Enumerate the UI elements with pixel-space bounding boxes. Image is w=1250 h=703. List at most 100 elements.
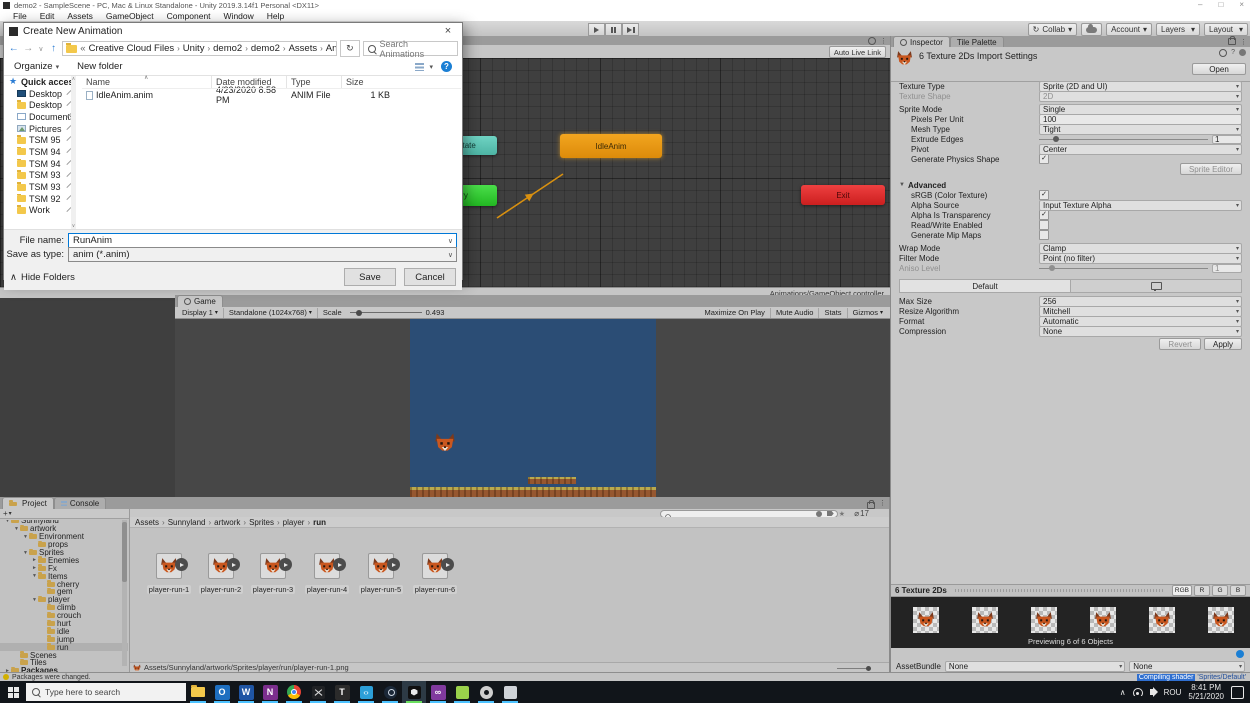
minimize-button[interactable]: – (1198, 0, 1202, 9)
save-button[interactable]: Save (344, 268, 396, 286)
layout-dropdown[interactable]: Layout▾ (1204, 23, 1248, 36)
panel-menu-icon[interactable]: ⋮ (880, 37, 887, 45)
auto-live-link-button[interactable]: Auto Live Link (829, 46, 886, 58)
sidebar-desktop-1[interactable]: Desktop (4, 88, 76, 100)
dialog-close-button[interactable]: × (434, 23, 462, 39)
menu-help[interactable]: Help (267, 11, 284, 21)
step-button[interactable] (622, 23, 639, 36)
console-message-icon[interactable] (3, 674, 9, 680)
extrude-edges-slider[interactable]: 1 (1039, 135, 1242, 144)
display-dropdown[interactable]: Display 1▾ (178, 308, 222, 318)
preview-header[interactable]: 6 Texture 2Ds RGB R G B (891, 584, 1250, 597)
crumb-run[interactable]: run (313, 518, 326, 527)
drag-handle[interactable] (955, 589, 1164, 592)
menu-window[interactable]: Window (224, 11, 254, 21)
column-name[interactable]: Name (82, 76, 212, 88)
speaker-icon[interactable] (1150, 689, 1154, 695)
layers-dropdown[interactable]: Layers▾ (1156, 23, 1200, 36)
gear-icon[interactable] (1239, 49, 1246, 56)
pixels-per-unit-field[interactable]: 100 (1039, 114, 1242, 125)
sidebar-pictures[interactable]: Pictures (4, 123, 76, 135)
column-type[interactable]: Type (287, 76, 342, 88)
sidebar-tsm94-2[interactable]: TSM 94 (4, 158, 76, 170)
channel-g-button[interactable]: G (1212, 585, 1228, 596)
tab-console[interactable]: Console (54, 497, 106, 509)
favorite-icon[interactable] (1219, 49, 1227, 57)
generate-mip-maps-checkbox[interactable] (1039, 230, 1049, 240)
taskbar-search-input[interactable]: Type here to search (26, 683, 186, 701)
crumb-demo2-2[interactable]: demo2 (251, 43, 280, 54)
crumb-artwork[interactable]: artwork (214, 518, 240, 527)
create-caret-icon[interactable]: ▾ (9, 510, 12, 517)
asset-player-run-1[interactable]: player-run-1 (144, 553, 194, 597)
sidebar-tsm94-1[interactable]: TSM 94 (4, 146, 76, 158)
help-icon[interactable]: ? (441, 61, 452, 72)
gizmos-dropdown[interactable]: Gizmos▾ (849, 308, 887, 318)
asset-player-run-5[interactable]: player-run-5 (356, 553, 406, 597)
tab-inspector[interactable]: Inspector (893, 36, 950, 47)
recent-locations-icon[interactable]: ∨ (37, 45, 45, 53)
new-folder-button[interactable]: New folder (77, 61, 122, 72)
visual-studio-icon[interactable]: ∞ (426, 681, 450, 703)
alpha-is-transparency-checkbox[interactable]: ✓ (1039, 210, 1049, 220)
stats-toggle[interactable]: Stats (820, 308, 845, 318)
preview-thumb-6[interactable] (1208, 607, 1234, 633)
resize-algorithm-dropdown[interactable]: Mitchell▾ (1039, 306, 1242, 317)
animator-node-exit[interactable]: Exit (801, 185, 885, 205)
tree-scrollbar[interactable] (122, 520, 127, 666)
asset-player-run-6[interactable]: player-run-6 (410, 553, 460, 597)
max-size-dropdown[interactable]: 256▾ (1039, 296, 1242, 307)
preview-thumb-4[interactable] (1090, 607, 1116, 633)
mute-audio-toggle[interactable]: Mute Audio (772, 308, 818, 318)
assetbundle-dropdown[interactable]: None▾ (945, 661, 1125, 672)
channel-b-button[interactable]: B (1230, 585, 1246, 596)
close-button[interactable]: × (1239, 0, 1244, 9)
hide-folders-button[interactable]: ∧ Hide Folders (10, 272, 75, 283)
expand-sprite-button[interactable] (441, 558, 454, 571)
back-button[interactable]: ← (8, 43, 20, 54)
menu-component[interactable]: Component (167, 11, 211, 21)
file-explorer-icon[interactable] (186, 681, 210, 703)
preview-thumb-3[interactable] (1031, 607, 1057, 633)
outlook-icon[interactable]: O (210, 681, 234, 703)
tab-game[interactable]: Game (177, 295, 223, 307)
apply-button[interactable]: Apply (1204, 338, 1242, 350)
steam-icon[interactable] (378, 681, 402, 703)
play-button[interactable] (588, 23, 605, 36)
assetbundle-variant-dropdown[interactable]: None▾ (1129, 661, 1245, 672)
sidebar-tsm93-1[interactable]: TSM 93 (4, 170, 76, 182)
t-app-icon[interactable]: T (330, 681, 354, 703)
compression-dropdown[interactable]: None▾ (1039, 326, 1242, 337)
sidebar-desktop-2[interactable]: Desktop (4, 99, 76, 111)
tree-item-run[interactable]: run (0, 643, 128, 651)
sidebar-scrollbar[interactable]: ∧∨ (71, 76, 76, 229)
crumb-sprites[interactable]: Sprites (249, 518, 274, 527)
expand-sprite-button[interactable] (279, 558, 292, 571)
tab-project[interactable]: Project (2, 497, 54, 509)
expand-sprite-button[interactable] (387, 558, 400, 571)
sidebar-tsm93-2[interactable]: TSM 93 (4, 181, 76, 193)
notification-center-icon[interactable] (1231, 686, 1244, 699)
crumb-sunnyland[interactable]: Sunnyland (168, 518, 206, 527)
up-button[interactable]: ↑ (48, 43, 60, 54)
unity-app-icon[interactable] (402, 681, 426, 703)
wrap-mode-dropdown[interactable]: Clamp▾ (1039, 243, 1242, 254)
save-as-type-dropdown[interactable]: anim (*.anim)∨ (68, 247, 457, 262)
cancel-button[interactable]: Cancel (404, 268, 456, 286)
maximize-on-play-toggle[interactable]: Maximize On Play (701, 308, 769, 318)
tab-default-platform[interactable]: Default (900, 280, 1071, 292)
preset-icon[interactable] (868, 37, 876, 45)
advanced-foldout-label[interactable]: Advanced (908, 181, 946, 190)
menu-gameobject[interactable]: GameObject (106, 11, 154, 21)
tree-item-props[interactable]: props (0, 541, 128, 549)
vscode-icon[interactable]: ‹› (354, 681, 378, 703)
word-icon[interactable]: W (234, 681, 258, 703)
tree-item-tiles[interactable]: Tiles (0, 659, 128, 667)
preview-thumb-2[interactable] (972, 607, 998, 633)
column-size[interactable]: Size (342, 76, 397, 88)
start-button[interactable] (0, 681, 26, 703)
unity-hub-icon[interactable] (450, 681, 474, 703)
alpha-source-dropdown[interactable]: Input Texture Alpha▾ (1039, 200, 1242, 211)
read-write-checkbox[interactable] (1039, 220, 1049, 230)
collapsed-path-icon[interactable]: « (80, 43, 85, 54)
